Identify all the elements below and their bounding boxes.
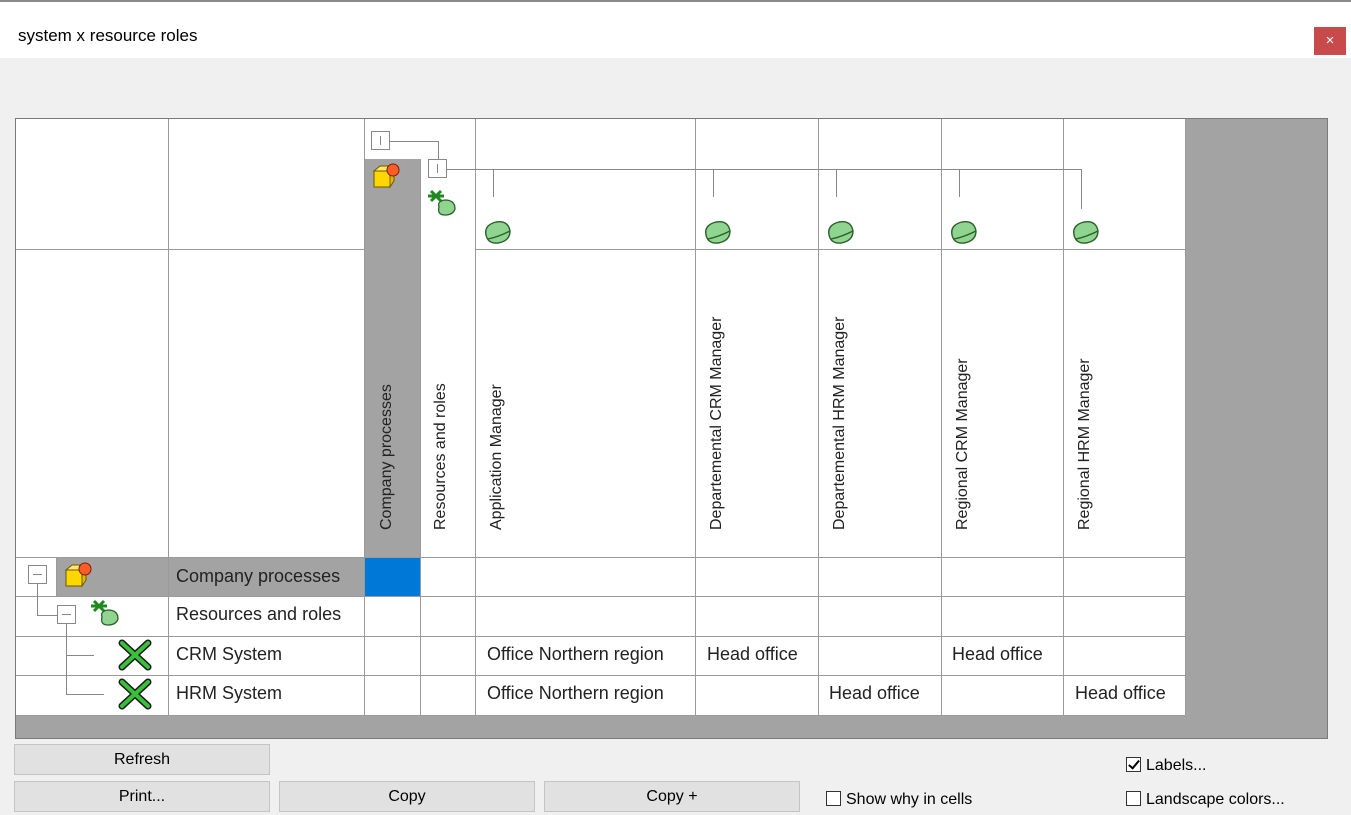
row-label[interactable]: CRM System: [176, 644, 282, 665]
column-label[interactable]: Application Manager: [488, 384, 506, 530]
show-why-label: Show why in cells: [846, 791, 973, 808]
column-collapse-toggle[interactable]: [428, 159, 447, 178]
role-icon: [705, 221, 731, 244]
column-label[interactable]: Regional HRM Manager: [1076, 358, 1094, 530]
copy-button[interactable]: Copy: [279, 781, 535, 812]
landscape-colors-label: Landscape colors...: [1146, 791, 1285, 808]
checkbox-box[interactable]: [826, 791, 841, 806]
matrix-grid: Company processes Resources and roles Ap…: [15, 118, 1328, 739]
window-title: system x resource roles: [18, 26, 198, 45]
close-button[interactable]: ×: [1314, 27, 1346, 55]
matrix-cell[interactable]: Office Northern region: [487, 683, 664, 704]
selected-cell[interactable]: [365, 557, 420, 596]
role-icon: [828, 221, 854, 244]
matrix-cell[interactable]: Head office: [1075, 683, 1166, 704]
matrix-cell[interactable]: Head office: [952, 644, 1043, 665]
checkbox-box[interactable]: [1126, 791, 1141, 806]
row-label[interactable]: Company processes: [176, 566, 340, 587]
role-icon: [1073, 221, 1099, 244]
process-group-icon: [64, 562, 92, 588]
print-button[interactable]: Print...: [14, 781, 270, 812]
system-tool-icon: [118, 678, 152, 710]
role-icon: [485, 221, 511, 244]
landscape-colors-checkbox[interactable]: Landscape colors...: [1126, 791, 1285, 809]
system-tool-icon: [118, 639, 152, 671]
row-label[interactable]: Resources and roles: [176, 604, 341, 625]
checkbox-box[interactable]: [1126, 757, 1141, 772]
matrix-cell[interactable]: Head office: [707, 644, 798, 665]
row-collapse-toggle[interactable]: [57, 605, 76, 624]
resize-grip-icon[interactable]: [1333, 802, 1343, 812]
resource-group-icon: [91, 599, 119, 626]
row-label[interactable]: HRM System: [176, 683, 282, 704]
column-label[interactable]: Departemental CRM Manager: [708, 317, 726, 530]
refresh-button[interactable]: Refresh: [14, 744, 270, 775]
process-group-icon: [372, 163, 400, 189]
matrix-background: [16, 119, 1185, 715]
row-collapse-toggle[interactable]: [28, 565, 47, 584]
copy-plus-button[interactable]: Copy +: [544, 781, 800, 812]
resource-group-icon: [428, 189, 456, 216]
dialog-window: system x resource roles × Company proces…: [0, 0, 1351, 815]
title-bar: system x resource roles ×: [0, 2, 1351, 58]
labels-checkbox[interactable]: Labels...: [1126, 757, 1206, 775]
show-why-checkbox[interactable]: Show why in cells: [826, 791, 972, 809]
column-collapse-toggle[interactable]: [371, 131, 390, 150]
matrix-cell[interactable]: Head office: [829, 683, 920, 704]
labels-label: Labels...: [1146, 757, 1207, 774]
role-icon: [951, 221, 977, 244]
column-label[interactable]: Departemental HRM Manager: [831, 317, 849, 530]
column-label[interactable]: Regional CRM Manager: [954, 358, 972, 530]
matrix-cell[interactable]: Office Northern region: [487, 644, 664, 665]
column-label[interactable]: Resources and roles: [432, 383, 450, 530]
column-label[interactable]: Company processes: [378, 384, 396, 530]
